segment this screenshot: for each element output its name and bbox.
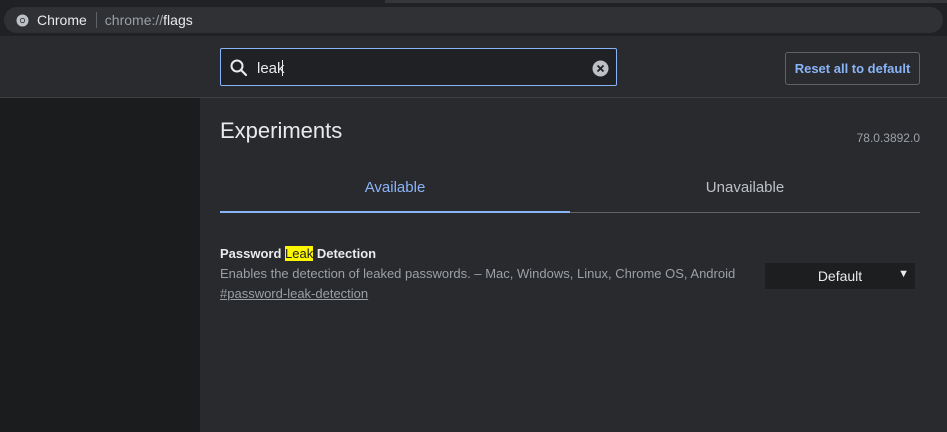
experiment-tabs: Available Unavailable <box>220 162 920 213</box>
experiment-name-suffix: Detection <box>313 246 377 261</box>
chrome-icon <box>15 13 29 27</box>
tab-unavailable[interactable]: Unavailable <box>570 162 920 212</box>
left-panel <box>0 98 200 432</box>
select-value: Default <box>817 268 863 284</box>
experiment-name: Password Leak Detection <box>220 246 920 261</box>
url-path: flags <box>163 12 193 28</box>
search-box[interactable] <box>220 48 617 86</box>
reset-all-button[interactable]: Reset all to default <box>785 52 920 85</box>
dropdown-arrow-icon: ▼ <box>898 268 909 280</box>
search-input[interactable] <box>257 57 577 79</box>
omnibox-site-label: Chrome <box>37 12 87 28</box>
experiments-main: Experiments 78.0.3892.0 Available Unavai… <box>200 98 947 432</box>
tab-available[interactable]: Available <box>220 162 570 213</box>
search-icon <box>229 58 249 78</box>
flags-header: Reset all to default <box>0 36 947 98</box>
experiment-state-select[interactable]: Default ▼ <box>765 263 915 289</box>
clear-search-icon[interactable] <box>592 60 609 77</box>
omnibox[interactable]: Chrome chrome://flags <box>4 7 943 33</box>
browser-toolbar: Chrome chrome://flags <box>0 3 947 36</box>
page-title: Experiments <box>220 118 343 143</box>
url-scheme: chrome:// <box>104 12 164 28</box>
experiment-name-prefix: Password <box>220 246 286 261</box>
omnibox-divider <box>95 12 97 28</box>
experiment-permalink[interactable]: #password-leak-detection <box>220 286 368 301</box>
text-caret <box>282 60 283 76</box>
search-match-highlight: Leak <box>285 246 314 261</box>
version-label: 78.0.3892.0 <box>856 131 920 145</box>
omnibox-url[interactable]: chrome://flags <box>105 12 193 28</box>
